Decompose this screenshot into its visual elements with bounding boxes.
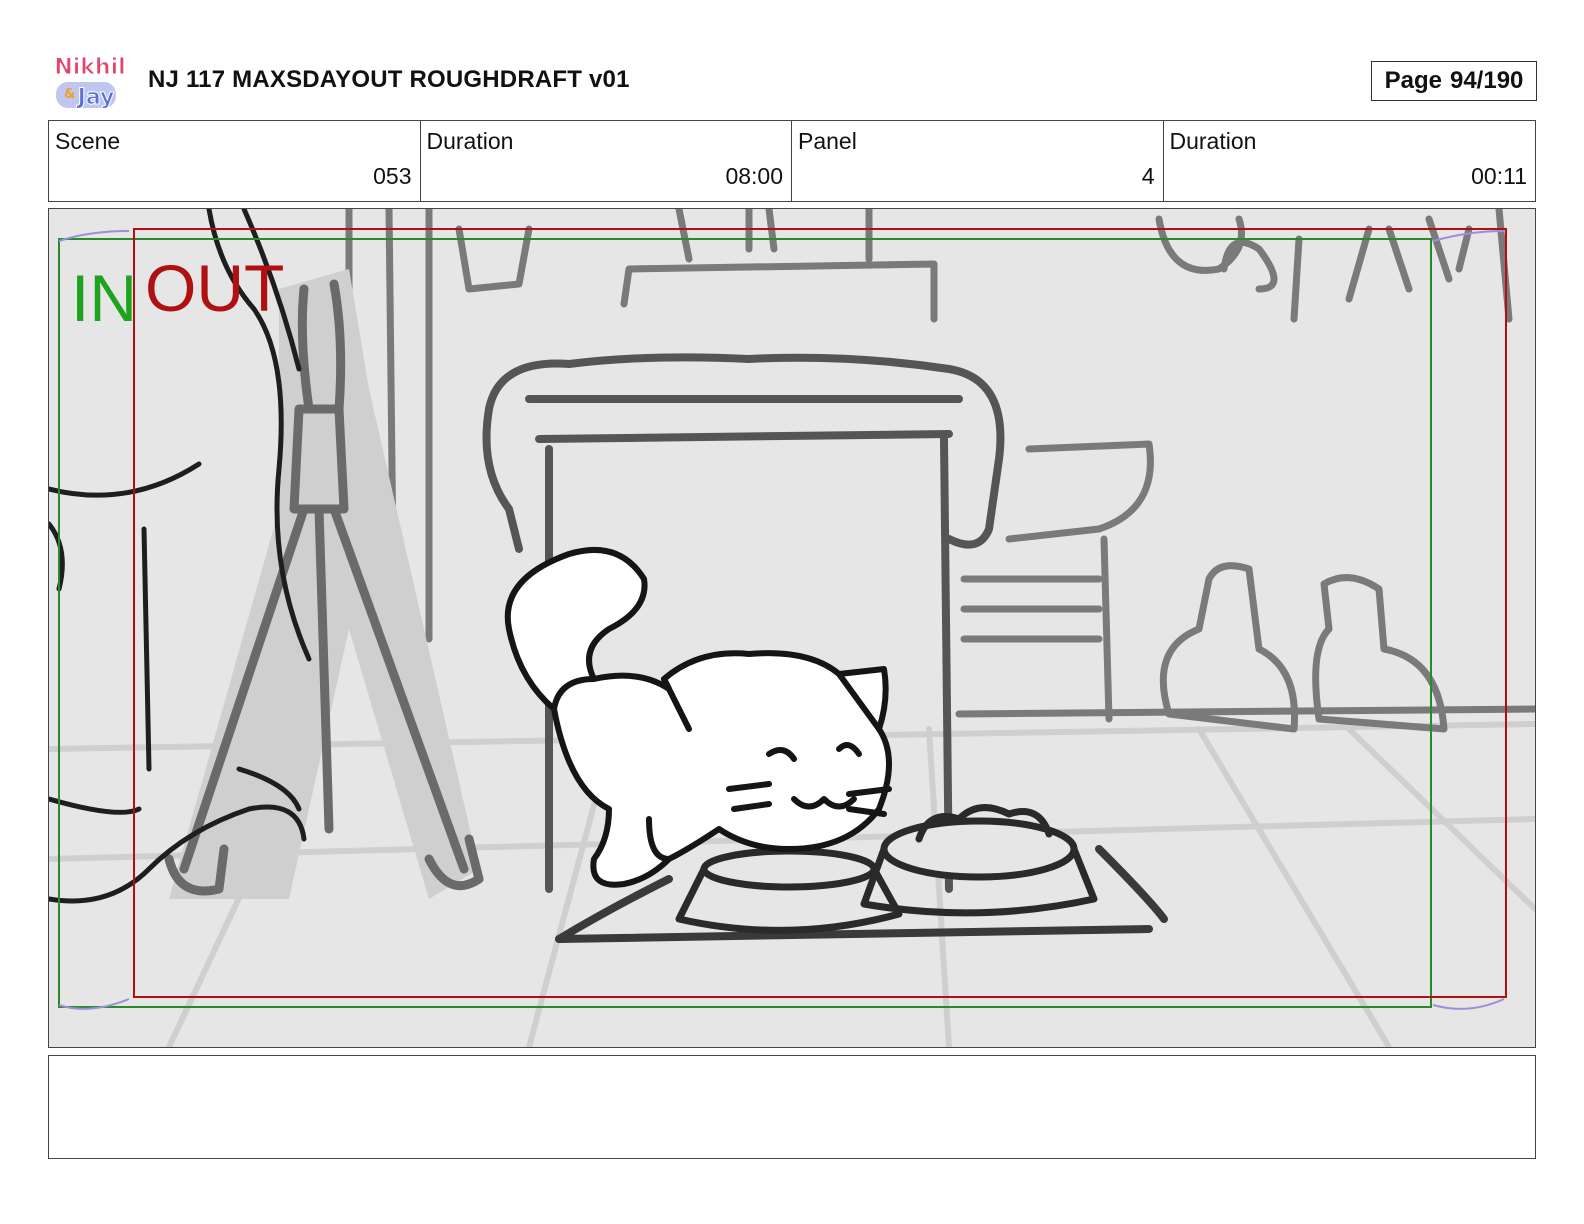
- page-label: Page: [1384, 67, 1442, 94]
- scene-info-table: Scene 053 Duration 08:00 Panel 4 Duratio…: [48, 120, 1536, 202]
- panel-label: Panel: [798, 128, 857, 154]
- page-counter: Page 94/190: [1371, 61, 1537, 101]
- panel-duration-value: 00:11: [1471, 163, 1527, 189]
- in-marker: IN: [71, 261, 137, 335]
- out-marker: OUT: [145, 251, 284, 325]
- scene-cell: Scene 053: [49, 121, 421, 201]
- storyboard-panel: IN OUT: [48, 208, 1536, 1048]
- panel-notes: [48, 1055, 1536, 1159]
- svg-text:&: &: [64, 87, 75, 102]
- panel-sketch: IN OUT: [49, 209, 1535, 1047]
- panel-value: 4: [1141, 163, 1155, 189]
- svg-text:Nikhil: Nikhil: [54, 55, 125, 80]
- panel-duration-cell: Duration 00:11: [1164, 121, 1536, 201]
- scene-value: 053: [373, 163, 412, 189]
- scene-duration-value: 08:00: [725, 163, 783, 189]
- scene-duration-label: Duration: [426, 128, 514, 154]
- panel-cell: Panel 4: [792, 121, 1164, 201]
- scene-duration-cell: Duration 08:00: [421, 121, 792, 201]
- svg-text:Jay: Jay: [76, 85, 115, 110]
- document-title: NJ 117 MAXSDAYOUT ROUGHDRAFT v01: [148, 66, 630, 93]
- page-number: 94/190: [1449, 67, 1524, 94]
- panel-duration-label: Duration: [1169, 128, 1257, 154]
- show-logo: Nikhil & Jay: [50, 46, 132, 112]
- motion-arrow: [1432, 998, 1505, 1010]
- scene-label: Scene: [55, 128, 121, 154]
